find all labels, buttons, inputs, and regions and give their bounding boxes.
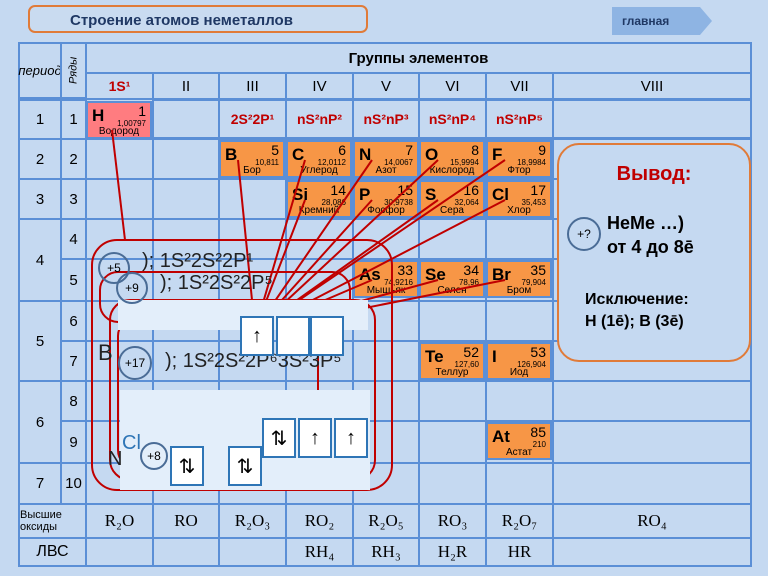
orbital-box: ↑ <box>298 418 332 458</box>
conclusion-line: от 4 до 8ē <box>607 237 694 257</box>
orbital-box: ⇅ <box>228 446 262 486</box>
orbital-box: ⇅ <box>170 446 204 486</box>
orbital-box <box>310 316 344 356</box>
nucleus-charge: +17 <box>118 346 152 380</box>
orbital-box: ↑ <box>240 316 274 356</box>
exception-text: Н (1ē); В (3ē) <box>585 313 684 330</box>
conclusion-panel: Вывод: +? НеМе …) от 4 до 8ē Исключение:… <box>557 143 751 362</box>
conclusion-line: НеМе …) <box>607 213 685 233</box>
element-label: Cl <box>122 432 141 454</box>
orbital-box: ⇅ <box>262 418 296 458</box>
conclusion-title: Вывод: <box>616 163 692 185</box>
nucleus-charge: +9 <box>116 272 148 304</box>
nucleus-charge: +8 <box>140 442 168 470</box>
element-label: N <box>108 448 123 470</box>
arrow-line <box>111 129 126 241</box>
orbital-box <box>276 316 310 356</box>
electron-config: ); 1S²2S²2P⁵ <box>160 272 273 294</box>
electron-config: ); 1S²2S²2P¹ <box>142 250 254 272</box>
exception-title: Исключение: <box>585 291 689 308</box>
orbital-box: ↑ <box>334 418 368 458</box>
nucleus-charge: +? <box>567 217 601 251</box>
element-label: B <box>98 340 113 365</box>
